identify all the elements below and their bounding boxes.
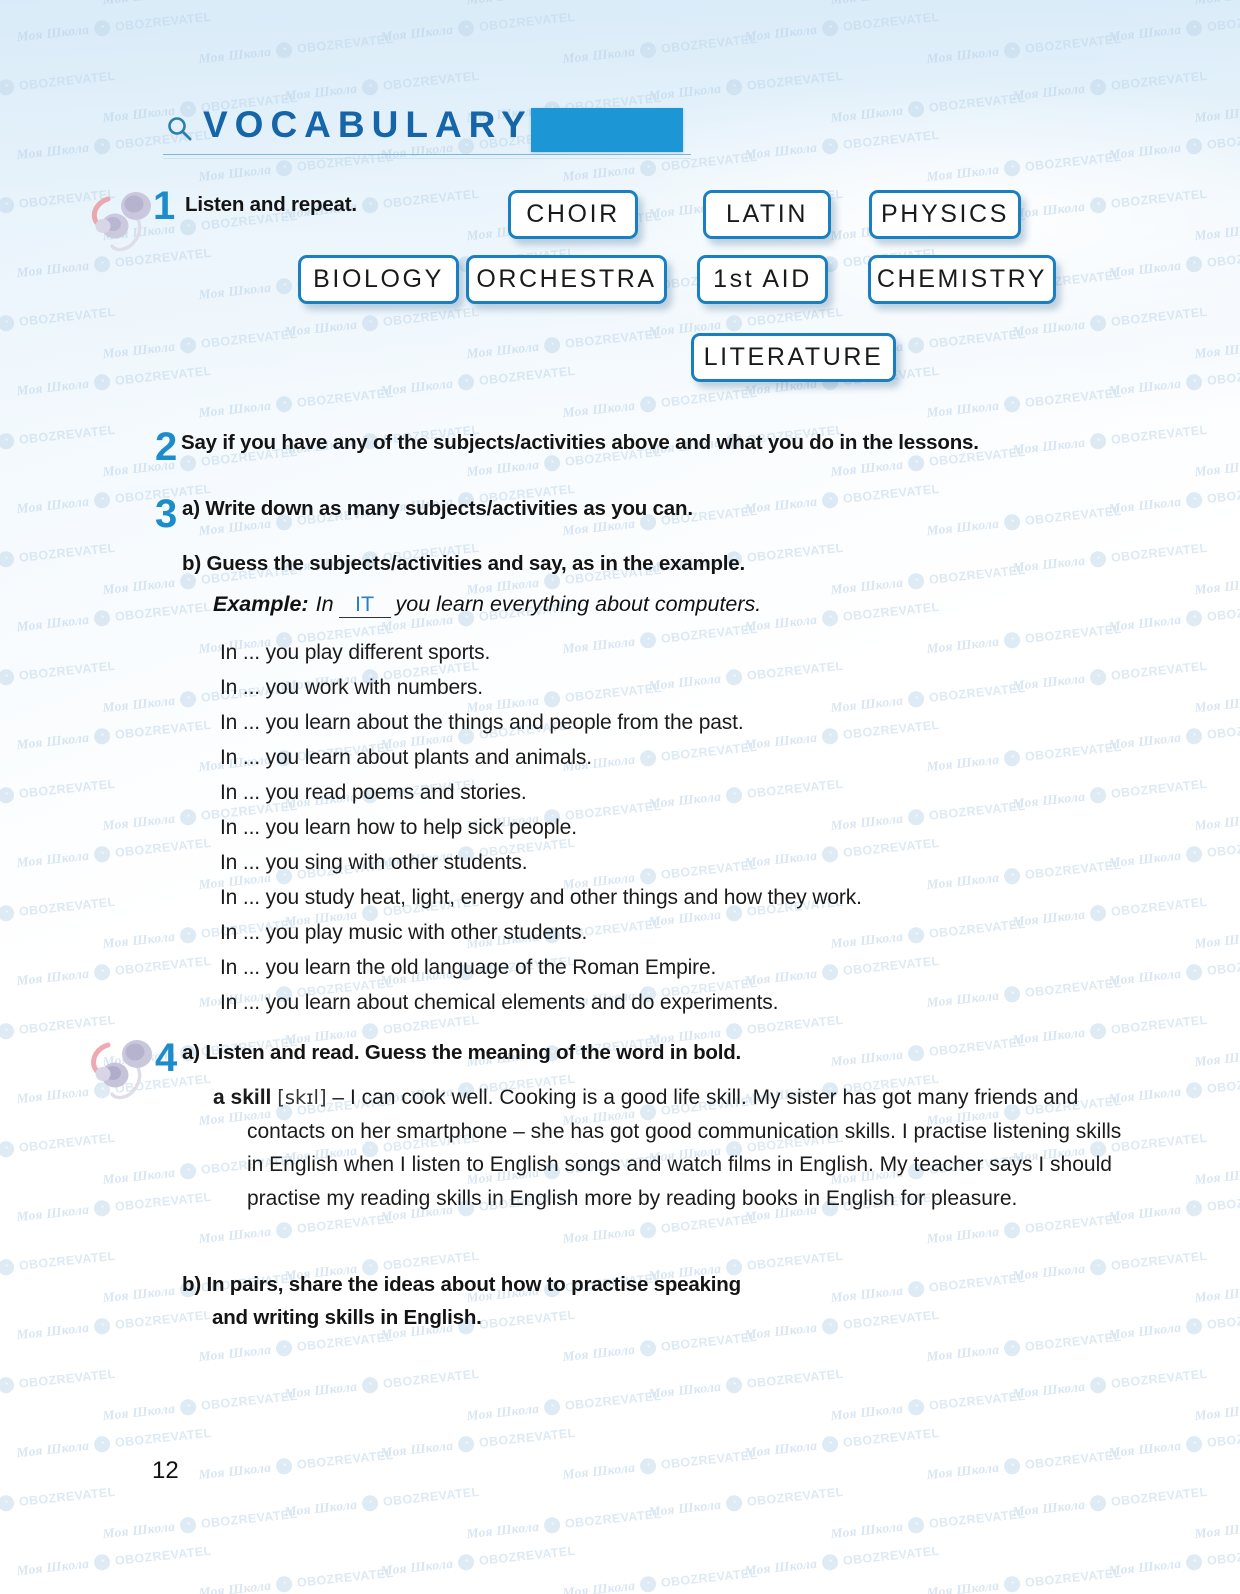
skill-definition-paragraph: a skill [skɪl] – I can cook well. Cookin… — [213, 1081, 1133, 1215]
exercise-number-2: 2 — [155, 425, 178, 469]
word-card-first-aid[interactable]: 1st AID — [697, 255, 828, 304]
guess-line-7: In ... you sing with other students. — [220, 851, 528, 874]
guess-line-1: In ... you play different sports. — [220, 641, 491, 664]
page-number: 12 — [152, 1457, 179, 1484]
page-title: VOCABULARY — [203, 104, 533, 145]
skill-definition-text: I can cook well. Cooking is a good life … — [247, 1086, 1122, 1210]
word-card-choir[interactable]: CHOIR — [508, 190, 638, 239]
textbook-page: VOCABULARY 1 Listen and repeat. CHOIR LA… — [0, 0, 1240, 1594]
guess-line-3: In ... you learn about the things and pe… — [220, 711, 744, 734]
guess-line-10: In ... you learn the old language of the… — [220, 956, 717, 979]
exercise-number-1: 1 — [153, 184, 176, 228]
exercise-4b-instruction-line1: b) In pairs, share the ideas about how t… — [182, 1273, 741, 1296]
word-card-biology[interactable]: BIOLOGY — [298, 255, 459, 304]
header-divider — [163, 154, 691, 159]
word-card-literature[interactable]: LITERATURE — [691, 333, 896, 382]
guess-line-5: In ... you read poems and stories. — [220, 781, 527, 804]
word-card-orchestra[interactable]: ORCHESTRA — [466, 255, 667, 304]
exercise-4b-instruction-line2: and writing skills in English. — [212, 1306, 482, 1329]
guess-line-2: In ... you work with numbers. — [220, 676, 483, 699]
header-banner — [531, 108, 683, 152]
guess-line-4: In ... you learn about plants and animal… — [220, 746, 592, 769]
example-suffix: you learn everything about computers. — [395, 592, 762, 616]
guess-line-8: In ... you study heat, light, energy and… — [220, 886, 862, 909]
exercise-number-4: 4 — [155, 1036, 178, 1080]
guess-line-9: In ... you play music with other student… — [220, 921, 588, 944]
exercise-2-instruction: Say if you have any of the subjects/acti… — [181, 431, 979, 454]
example-label: Example: — [213, 592, 309, 616]
guess-line-11: In ... you learn about chemical elements… — [220, 991, 779, 1014]
vocabulary-header: VOCABULARY — [155, 100, 715, 160]
word-card-chemistry[interactable]: CHEMISTRY — [868, 255, 1056, 304]
exercise-number-3: 3 — [155, 492, 178, 536]
example-row: Example: In IT you learn everything abou… — [213, 592, 761, 618]
search-icon — [165, 114, 195, 149]
exercise-1-instruction: Listen and repeat. — [185, 193, 357, 216]
skill-phonetic: [skɪl] — [277, 1086, 327, 1109]
exercise-3b-instruction: b) Guess the subjects/activities and say… — [182, 552, 745, 575]
word-card-latin[interactable]: LATIN — [703, 190, 831, 239]
guess-line-6: In ... you learn how to help sick people… — [220, 816, 577, 839]
page-content: VOCABULARY 1 Listen and repeat. CHOIR LA… — [0, 0, 1240, 1594]
exercise-4a-instruction: a) Listen and read. Guess the meaning of… — [182, 1041, 742, 1064]
skill-headword: a skill — [213, 1086, 272, 1109]
exercise-3a-instruction: a) Write down as many subjects/activitie… — [182, 497, 693, 520]
example-blank-answer[interactable]: IT — [338, 592, 391, 618]
example-prefix: In — [315, 592, 334, 616]
word-card-physics[interactable]: PHYSICS — [869, 190, 1021, 239]
skill-dash: – — [332, 1086, 345, 1109]
